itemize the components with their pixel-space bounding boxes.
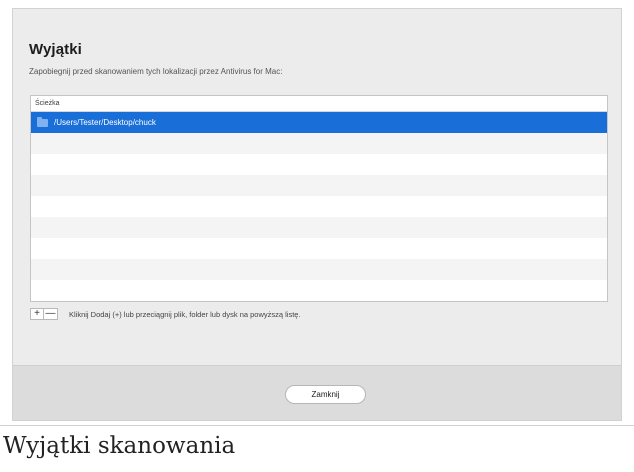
add-button[interactable]: + <box>30 308 44 320</box>
row-path: /Users/Tester/Desktop/chuck <box>54 118 156 127</box>
add-remove-controls: + — <box>30 308 58 320</box>
table-row-empty <box>31 175 607 196</box>
table-row-empty <box>31 280 607 301</box>
figure-caption: Wyjątki skanowania <box>0 425 634 466</box>
dialog-subtitle: Zapobiegnij przed skanowaniem tych lokal… <box>29 67 283 76</box>
remove-button[interactable]: — <box>44 308 58 320</box>
table-row-empty <box>31 301 607 302</box>
table-row-empty <box>31 259 607 280</box>
table-row-empty <box>31 196 607 217</box>
table-row-empty <box>31 238 607 259</box>
exclusions-table: Ścieżka /Users/Tester/Desktop/chuck <box>30 95 608 302</box>
folder-icon <box>37 116 48 127</box>
table-row-empty <box>31 133 607 154</box>
close-button[interactable]: Zamknij <box>285 385 366 404</box>
dialog-footer: Zamknij <box>13 365 621 420</box>
table-row-empty <box>31 154 607 175</box>
dialog-title: Wyjątki <box>29 41 82 58</box>
column-header-path[interactable]: Ścieżka <box>31 96 607 112</box>
add-hint-text: Kliknij Dodaj (+) lub przeciągnij plik, … <box>69 310 301 319</box>
table-row-empty <box>31 217 607 238</box>
table-row[interactable]: /Users/Tester/Desktop/chuck <box>31 112 607 133</box>
exclusions-dialog: Wyjątki Zapobiegnij przed skanowaniem ty… <box>12 8 622 421</box>
